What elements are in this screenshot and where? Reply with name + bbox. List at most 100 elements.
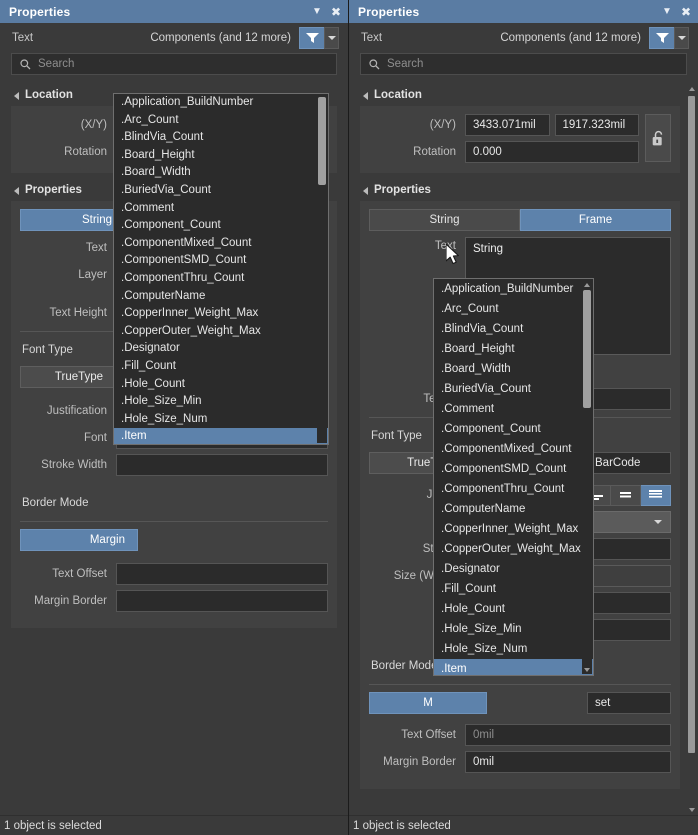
funnel-icon[interactable] <box>649 27 674 49</box>
font-type-label: Font Type <box>371 430 422 442</box>
xy-row: (X/Y) 3433.071mil 1917.323mil <box>369 114 639 136</box>
dropdown-item[interactable]: .Component_Count <box>434 419 593 439</box>
chevron-down-icon[interactable]: ▼ <box>312 6 322 17</box>
chevron-down-icon[interactable]: ▼ <box>662 6 672 17</box>
align-top-icon[interactable] <box>641 484 671 506</box>
section-label: Location <box>374 89 422 101</box>
dropdown-item[interactable]: .Comment <box>114 200 328 218</box>
tab-string[interactable]: String <box>369 209 520 231</box>
dropdown-item[interactable]: .Hole_Size_Min <box>114 393 328 411</box>
scroll-down-arrow-icon[interactable] <box>582 665 592 674</box>
chevron-down-icon <box>327 36 336 40</box>
left-panel-titlebar: Properties ▼ ✖ <box>0 0 348 23</box>
close-icon[interactable]: ✖ <box>681 6 691 18</box>
align-middle-icon[interactable] <box>611 484 641 506</box>
dropdown-item[interactable]: .BuriedVia_Count <box>434 379 593 399</box>
scrollbar-thumb[interactable] <box>318 97 326 185</box>
stroke-width-input[interactable] <box>116 454 328 476</box>
rotation-input[interactable]: 0.000 <box>465 141 639 163</box>
y-coordinate-input[interactable]: 1917.323mil <box>554 114 639 136</box>
rotation-row: Rotation 0.000 <box>369 141 639 163</box>
dropdown-item[interactable]: .Hole_Count <box>434 599 593 619</box>
dropdown-item[interactable]: .BuriedVia_Count <box>114 182 328 200</box>
dropdown-item[interactable]: .Arc_Count <box>434 299 593 319</box>
dropdown-item[interactable]: .ComponentMixed_Count <box>114 235 328 253</box>
dropdown-item[interactable]: .ComputerName <box>434 499 593 519</box>
font-name-input[interactable]: BarCode <box>587 452 671 474</box>
filter-dropdown-button[interactable] <box>324 27 339 49</box>
section-header-location[interactable]: Location <box>360 84 680 106</box>
x-coordinate-input[interactable]: 3433.071mil <box>465 114 550 136</box>
left-panel-scroll-body: Location (X/Y) -1700.787mil 1484.252mil <box>0 84 348 815</box>
dropdown-item[interactable]: .ComponentSMD_Count <box>114 252 328 270</box>
dropdown-item[interactable]: .Hole_Size_Num <box>434 639 593 659</box>
funnel-icon[interactable] <box>299 27 324 49</box>
dropdown-item[interactable]: .CopperInner_Weight_Max <box>434 519 593 539</box>
section-header-properties[interactable]: Properties <box>360 179 680 201</box>
margin-border-input[interactable] <box>116 590 328 612</box>
dropdown-scrollbar[interactable] <box>317 95 327 443</box>
reset-button[interactable]: set <box>587 692 671 714</box>
dropdown-item[interactable]: .BlindVia_Count <box>114 129 328 147</box>
close-icon[interactable]: ✖ <box>331 6 341 18</box>
dropdown-item[interactable]: .ComponentThru_Count <box>114 270 328 288</box>
search-input[interactable]: Search <box>11 53 337 75</box>
search-placeholder: Search <box>387 58 424 70</box>
dropdown-item[interactable]: .Board_Height <box>114 147 328 165</box>
dropdown-item[interactable]: .Hole_Count <box>114 376 328 394</box>
scroll-up-arrow-icon[interactable] <box>582 280 592 289</box>
dropdown-item[interactable]: .ComputerName <box>114 288 328 306</box>
dropdown-item[interactable]: .Item <box>434 659 593 675</box>
scrollbar-thumb[interactable] <box>583 290 591 408</box>
text-offset-input[interactable]: 0mil <box>465 724 671 746</box>
dropdown-item[interactable]: .Item <box>114 428 328 444</box>
search-row: Search <box>0 53 348 84</box>
dropdown-item[interactable]: .Comment <box>434 399 593 419</box>
funnel-glyph <box>305 33 319 43</box>
dropdown-item[interactable]: .Board_Width <box>114 164 328 182</box>
dropdown-item[interactable]: .Arc_Count <box>114 112 328 130</box>
search-row: Search <box>349 53 698 84</box>
dropdown-item[interactable]: .ComponentThru_Count <box>434 479 593 499</box>
expand-triangle-icon <box>363 92 368 100</box>
scroll-up-arrow-icon[interactable] <box>687 84 696 94</box>
scroll-down-arrow-icon[interactable] <box>687 805 696 815</box>
dropdown-item[interactable]: .Component_Count <box>114 217 328 235</box>
dropdown-item[interactable]: .Board_Width <box>434 359 593 379</box>
dropdown-item[interactable]: .ComponentMixed_Count <box>434 439 593 459</box>
dropdown-item[interactable]: .Hole_Size_Num <box>114 411 328 429</box>
right-properties-panel: Properties ▼ ✖ Text Components (and 12 m… <box>349 0 698 835</box>
dropdown-item[interactable]: .Designator <box>114 340 328 358</box>
text-offset-row: Text Offset 0mil <box>369 724 671 746</box>
dropdown-item[interactable]: .CopperOuter_Weight_Max <box>434 539 593 559</box>
right-panel-titlebar: Properties ▼ ✖ <box>349 0 698 23</box>
right-panel-scrollbar[interactable] <box>687 84 696 815</box>
dropdown-scrollbar[interactable] <box>582 280 592 674</box>
margin-border-input[interactable]: 0mil <box>465 751 671 773</box>
tab-frame[interactable]: Frame <box>520 209 671 231</box>
dropdown-item[interactable]: .Fill_Count <box>434 579 593 599</box>
margin-button[interactable]: Margin <box>20 529 138 551</box>
scrollbar-thumb[interactable] <box>688 96 695 753</box>
text-offset-label: Text Offset <box>52 568 107 580</box>
dropdown-item[interactable]: .Fill_Count <box>114 358 328 376</box>
filter-dropdown-button[interactable] <box>674 27 689 49</box>
search-input[interactable]: Search <box>360 53 687 75</box>
dropdown-item[interactable]: .CopperOuter_Weight_Max <box>114 323 328 341</box>
dropdown-item[interactable]: .ComponentSMD_Count <box>434 459 593 479</box>
dropdown-item[interactable]: .BlindVia_Count <box>434 319 593 339</box>
rotation-label: Rotation <box>413 146 456 158</box>
dropdown-item[interactable]: .Application_BuildNumber <box>114 94 328 112</box>
text-parameter-dropdown-left[interactable]: .Application_BuildNumber .Arc_Count .Blind… <box>113 93 329 445</box>
text-offset-input[interactable] <box>116 563 328 585</box>
dropdown-item[interactable]: .Hole_Size_Min <box>434 619 593 639</box>
stroke-width-label: Stroke Width <box>41 459 107 471</box>
dropdown-item[interactable]: .Designator <box>434 559 593 579</box>
expand-triangle-icon <box>363 187 368 195</box>
text-parameter-dropdown-right[interactable]: .Application_BuildNumber .Arc_Count .Blind… <box>433 278 594 676</box>
margin-button[interactable]: M <box>369 692 487 714</box>
dropdown-item[interactable]: .Board_Height <box>434 339 593 359</box>
dropdown-item[interactable]: .Application_BuildNumber <box>434 279 593 299</box>
unlocked-padlock-icon[interactable] <box>645 114 671 162</box>
dropdown-item[interactable]: .CopperInner_Weight_Max <box>114 305 328 323</box>
